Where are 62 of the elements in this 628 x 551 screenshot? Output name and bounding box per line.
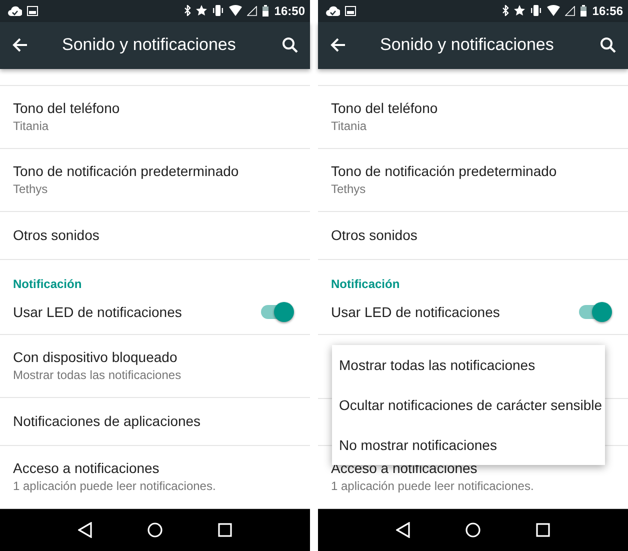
wifi-icon xyxy=(229,5,242,16)
toggle-switch[interactable] xyxy=(579,305,609,320)
star-icon xyxy=(514,5,526,16)
screen-title: Sonido y notificaciones xyxy=(379,35,555,56)
setting-item[interactable]: Otros sonidos xyxy=(318,212,628,260)
section-header: Notificación xyxy=(330,276,401,291)
setting-title: Usar LED de notificaciones xyxy=(331,304,500,320)
setting-item[interactable]: Notificaciones de aplicaciones xyxy=(0,398,310,446)
back-button[interactable] xyxy=(78,522,92,538)
search-icon[interactable] xyxy=(282,37,298,54)
battery-icon xyxy=(580,4,588,17)
setting-title: Tono de notificación predeterminado xyxy=(331,163,558,180)
menu-item[interactable]: Ocultar notificaciones de carácter sensible xyxy=(332,385,605,425)
recents-button[interactable] xyxy=(536,522,550,537)
setting-title: Tono del teléfono xyxy=(331,100,439,116)
cloud-check-icon xyxy=(8,6,22,16)
vibrate-icon xyxy=(212,5,224,16)
screen-title: Sonido y notificaciones xyxy=(61,35,237,56)
setting-item[interactable]: Tono del teléfono Titania xyxy=(0,86,310,149)
star-icon xyxy=(196,5,208,16)
setting-title: Otros sonidos xyxy=(13,227,100,244)
bluetooth-icon xyxy=(184,5,192,16)
image-icon xyxy=(345,6,356,16)
wifi-icon xyxy=(547,5,560,16)
setting-item[interactable]: Otros sonidos xyxy=(0,212,310,260)
setting-summary: Tethys xyxy=(331,182,367,196)
setting-item[interactable]: Tono de notificación predeterminado Tethys xyxy=(318,148,628,212)
setting-title: Acceso a notificaciones xyxy=(13,460,160,476)
setting-item[interactable]: Con dispositivo bloqueado Mostrar todas las notificaciones xyxy=(0,334,310,398)
setting-title: Tono del teléfono xyxy=(13,100,121,116)
section-header: Notificación xyxy=(12,276,83,291)
setting-summary: 1 aplicación puede leer notificaciones. xyxy=(13,479,217,494)
setting-title: Tono de notificación predeterminado xyxy=(13,163,240,180)
setting-summary: Titania xyxy=(13,119,50,134)
setting-summary: Tethys xyxy=(13,182,49,196)
toggle-switch[interactable] xyxy=(261,305,291,320)
recents-button[interactable] xyxy=(218,522,232,537)
home-button[interactable] xyxy=(464,522,481,538)
setting-item[interactable]: Tono del teléfono Titania xyxy=(318,86,628,149)
signal-icon xyxy=(565,6,576,16)
setting-title: Otros sonidos xyxy=(331,227,418,244)
setting-title: Con dispositivo bloqueado xyxy=(13,349,178,366)
image-icon xyxy=(27,6,38,16)
vibrate-icon xyxy=(530,5,542,16)
menu-item[interactable]: Mostrar todas las notificaciones xyxy=(332,345,605,385)
back-arrow-icon[interactable] xyxy=(12,37,28,54)
back-button[interactable] xyxy=(396,522,410,538)
cloud-check-icon xyxy=(326,6,340,16)
back-arrow-icon[interactable] xyxy=(330,37,346,54)
status-time: 16:56 xyxy=(592,4,623,18)
bluetooth-icon xyxy=(502,5,510,16)
status-time: 16:50 xyxy=(274,4,305,18)
setting-summary: Mostrar todas las notificaciones xyxy=(13,368,182,382)
setting-summary: Titania xyxy=(331,119,368,134)
home-button[interactable] xyxy=(146,522,163,538)
search-icon[interactable] xyxy=(600,37,616,54)
battery-icon xyxy=(262,4,270,17)
setting-summary: 1 aplicación puede leer notificaciones. xyxy=(331,479,535,494)
setting-title: Usar LED de notificaciones xyxy=(13,304,182,320)
setting-title: Notificaciones de aplicaciones xyxy=(13,413,202,430)
setting-item[interactable]: Tono de notificación predeterminado Tethys xyxy=(0,148,310,212)
signal-icon xyxy=(247,6,258,16)
